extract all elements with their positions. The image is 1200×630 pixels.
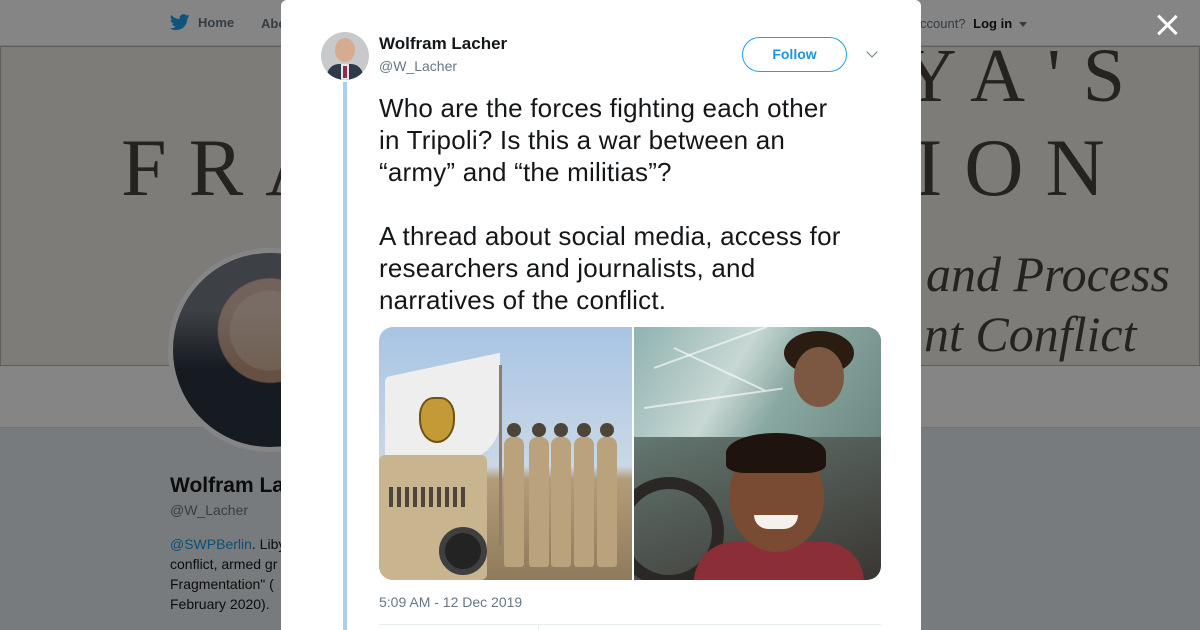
tweet-text-line: researchers and journalists, and: [379, 253, 756, 283]
author-avatar[interactable]: [321, 32, 369, 80]
tweet-photo-1[interactable]: [379, 327, 632, 580]
soldier-shape: [574, 423, 594, 567]
soldier-shape: [551, 423, 571, 567]
author-name[interactable]: Wolfram Lacher: [379, 34, 507, 54]
tweet-text-line: Who are the forces fighting each other: [379, 93, 828, 123]
tweet-modal: Wolfram Lacher @W_Lacher Follow Who are …: [281, 0, 921, 630]
soldier-shape: [529, 423, 549, 567]
tweet-text-line: “army” and “the militias”?: [379, 157, 672, 187]
follow-button[interactable]: Follow: [742, 37, 847, 72]
tweet-media: [379, 327, 881, 580]
avatar-head: [335, 38, 355, 62]
avatar-tie: [343, 66, 347, 78]
tweet-text: Who are the forces fighting each other i…: [379, 92, 879, 316]
tweet-photo-2[interactable]: [634, 327, 881, 580]
close-icon[interactable]: [1154, 12, 1180, 38]
flagpole-shape: [499, 365, 502, 545]
tweet-text-line: [379, 188, 879, 220]
wheel-shape: [439, 527, 487, 575]
soldier-shape: [597, 423, 617, 567]
divider: [379, 624, 881, 625]
person-hair: [726, 433, 826, 473]
emblem-shape: [419, 397, 455, 443]
tweet-timestamp[interactable]: 5:09 AM - 12 Dec 2019: [379, 594, 522, 610]
thread-connector: [343, 82, 347, 630]
tweet-text-line: A thread about social media, access for: [379, 221, 841, 251]
tweet-text-line: narratives of the conflict.: [379, 285, 667, 315]
vehicle-grille: [389, 487, 469, 507]
author-handle[interactable]: @W_Lacher: [379, 58, 457, 74]
divider: [538, 624, 539, 630]
person-face: [794, 347, 844, 407]
tweet-text-line: in Tripoli? Is this a war between an: [379, 125, 786, 155]
chevron-down-icon[interactable]: [866, 48, 878, 60]
soldier-shape: [504, 423, 524, 567]
